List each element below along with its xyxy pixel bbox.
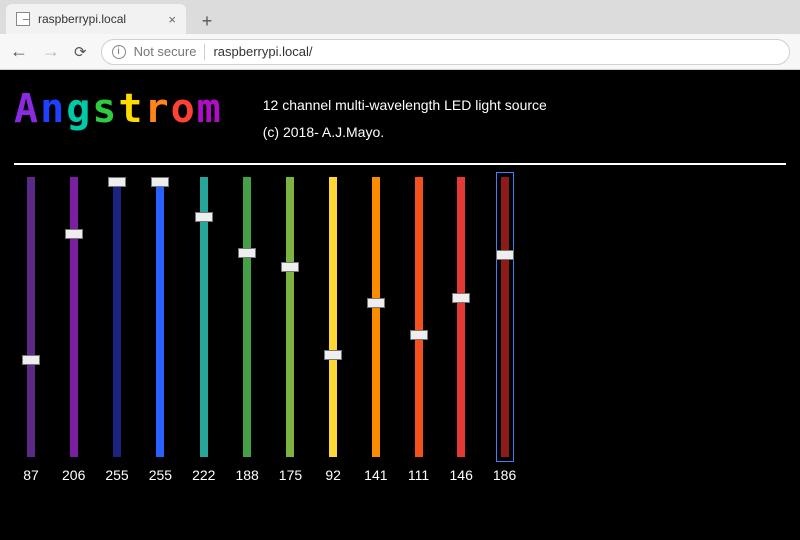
slider-channel-11: 186 <box>493 177 516 483</box>
slider-channel-6: 175 <box>279 177 302 483</box>
slider-thumb[interactable] <box>281 262 299 272</box>
slider-channel-2: 255 <box>105 177 128 483</box>
logo: Angstrom <box>14 86 223 132</box>
slider-track-fill <box>243 177 251 457</box>
security-label: Not secure <box>134 44 197 59</box>
logo-letter: A <box>14 86 40 132</box>
slider-track-fill <box>70 177 78 457</box>
slider-value: 255 <box>105 467 128 483</box>
slider-value: 111 <box>408 467 429 483</box>
slider-track-fill <box>415 177 423 457</box>
slider-value: 206 <box>62 467 85 483</box>
slider-track[interactable] <box>63 177 85 457</box>
slider-value: 146 <box>450 467 473 483</box>
browser-tab[interactable]: raspberrypi.local × <box>6 4 186 34</box>
url-text: raspberrypi.local/ <box>213 44 312 59</box>
slider-channel-10: 146 <box>450 177 473 483</box>
browser-chrome: raspberrypi.local × + ← → ⟳ i Not secure… <box>0 0 800 70</box>
tab-bar: raspberrypi.local × + <box>0 0 800 34</box>
logo-letter: m <box>197 86 223 132</box>
address-bar[interactable]: i Not secure raspberrypi.local/ <box>101 39 790 65</box>
forward-button[interactable]: → <box>42 41 60 62</box>
slider-track[interactable] <box>193 177 215 457</box>
slider-thumb[interactable] <box>324 350 342 360</box>
slider-thumb[interactable] <box>367 298 385 308</box>
slider-channel-1: 206 <box>62 177 85 483</box>
slider-track-fill <box>286 177 294 457</box>
slider-track[interactable] <box>322 177 344 457</box>
slider-track[interactable] <box>236 177 258 457</box>
header: Angstrom 12 channel multi-wavelength LED… <box>14 86 786 145</box>
slider-track[interactable] <box>450 177 472 457</box>
slider-value: 175 <box>279 467 302 483</box>
slider-thumb[interactable] <box>195 212 213 222</box>
slider-bank: 87 206 255 255 222 188 175 92 141 111 146 186 <box>14 177 786 483</box>
slider-track[interactable] <box>149 177 171 457</box>
page-icon <box>16 12 30 26</box>
tagline: 12 channel multi-wavelength LED light so… <box>263 92 547 119</box>
slider-track[interactable] <box>106 177 128 457</box>
toolbar: ← → ⟳ i Not secure raspberrypi.local/ <box>0 34 800 70</box>
divider <box>14 163 786 165</box>
back-button[interactable]: ← <box>10 41 28 62</box>
slider-channel-7: 92 <box>322 177 344 483</box>
slider-track[interactable] <box>408 177 430 457</box>
slider-channel-4: 222 <box>192 177 215 483</box>
slider-thumb[interactable] <box>151 177 169 187</box>
new-tab-button[interactable]: + <box>194 8 220 34</box>
slider-track[interactable] <box>279 177 301 457</box>
slider-channel-8: 141 <box>364 177 387 483</box>
logo-letter: n <box>40 86 66 132</box>
logo-letter: r <box>144 86 170 132</box>
separator <box>204 44 205 60</box>
slider-channel-9: 111 <box>408 177 430 483</box>
slider-track[interactable] <box>20 177 42 457</box>
slider-value: 255 <box>149 467 172 483</box>
slider-channel-5: 188 <box>235 177 258 483</box>
slider-value: 222 <box>192 467 215 483</box>
slider-value: 186 <box>493 467 516 483</box>
logo-letter: s <box>92 86 118 132</box>
close-icon[interactable]: × <box>168 12 176 27</box>
slider-track-fill <box>457 177 465 457</box>
reload-button[interactable]: ⟳ <box>74 43 87 61</box>
info-icon[interactable]: i <box>112 45 126 59</box>
slider-value: 92 <box>325 467 341 483</box>
slider-thumb[interactable] <box>108 177 126 187</box>
tagline-block: 12 channel multi-wavelength LED light so… <box>263 92 547 145</box>
slider-channel-0: 87 <box>20 177 42 483</box>
slider-thumb[interactable] <box>22 355 40 365</box>
slider-track-fill <box>156 177 164 457</box>
slider-thumb[interactable] <box>65 229 83 239</box>
slider-track-fill <box>329 177 337 457</box>
page-body: Angstrom 12 channel multi-wavelength LED… <box>0 70 800 540</box>
slider-track-fill <box>27 177 35 457</box>
slider-thumb[interactable] <box>410 330 428 340</box>
copyright: (c) 2018- A.J.Mayo. <box>263 119 547 146</box>
slider-value: 87 <box>23 467 39 483</box>
slider-thumb[interactable] <box>238 248 256 258</box>
slider-track-fill <box>501 177 509 457</box>
logo-letter: g <box>66 86 92 132</box>
logo-letter: o <box>171 86 197 132</box>
slider-track-fill <box>372 177 380 457</box>
slider-thumb[interactable] <box>496 250 514 260</box>
logo-letter: t <box>118 86 144 132</box>
slider-track-fill <box>113 177 121 457</box>
slider-channel-3: 255 <box>149 177 172 483</box>
tab-title: raspberrypi.local <box>38 12 126 26</box>
slider-track[interactable] <box>494 177 516 457</box>
slider-value: 141 <box>364 467 387 483</box>
slider-track[interactable] <box>365 177 387 457</box>
slider-value: 188 <box>235 467 258 483</box>
slider-thumb[interactable] <box>452 293 470 303</box>
